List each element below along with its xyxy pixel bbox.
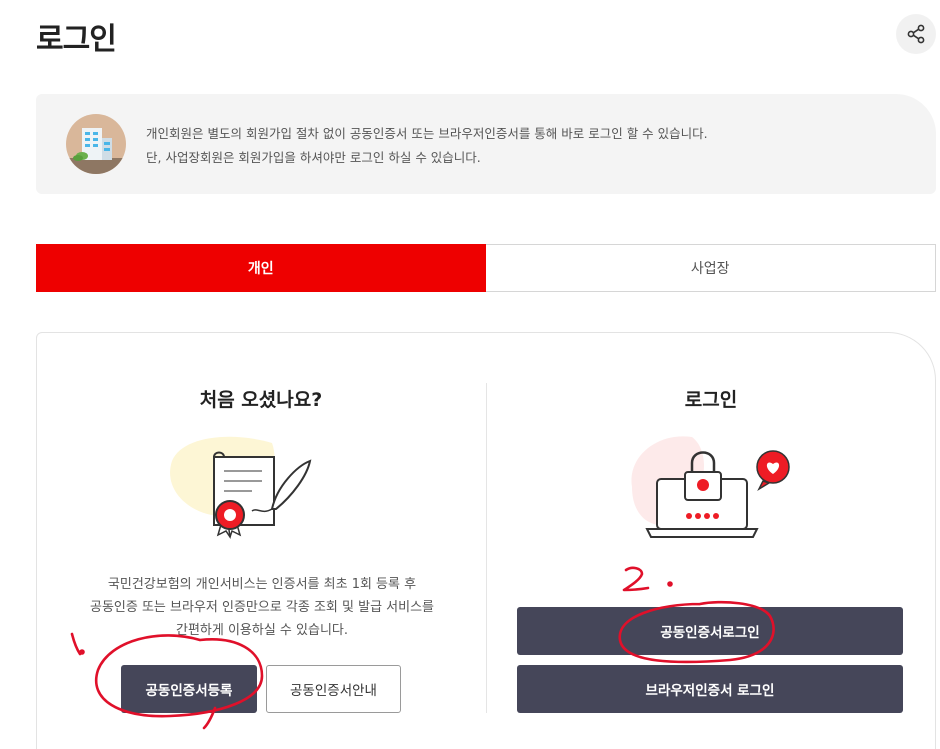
desc-line-3: 간편하게 이용하실 수 있습니다. xyxy=(175,623,348,638)
column-divider xyxy=(486,383,487,713)
browser-certificate-login-button[interactable]: 브라우저인증서 로그인 xyxy=(517,665,903,713)
certificate-scroll-icon xyxy=(170,436,312,540)
certificate-guide-button[interactable]: 공동인증서안내 xyxy=(266,665,401,713)
first-visit-title: 처음 오셨나요? xyxy=(199,389,323,411)
notice-text: 개인회원은 별도의 회원가입 절차 없이 공동인증서 또는 브라우저인증서를 통… xyxy=(146,122,708,170)
login-panel: 처음 오셨나요? 국민건강보험의 개인서비스는 인증서를 최초 1회 등록 후 … xyxy=(36,332,936,749)
building-icon xyxy=(66,114,126,174)
register-certificate-button[interactable]: 공동인증서등록 xyxy=(121,665,257,713)
member-type-tabs: 개인 사업장 xyxy=(36,244,936,292)
laptop-lock-icon xyxy=(631,436,790,538)
notice-line-1: 개인회원은 별도의 회원가입 절차 없이 공동인증서 또는 브라우저인증서를 통… xyxy=(146,126,708,141)
tab-business[interactable]: 사업장 xyxy=(485,244,936,292)
tab-personal[interactable]: 개인 xyxy=(36,244,486,292)
desc-line-1: 국민건강보험의 개인서비스는 인증서를 최초 1회 등록 후 xyxy=(107,577,417,592)
joint-certificate-login-button[interactable]: 공동인증서로그인 xyxy=(517,607,903,655)
page-title: 로그인 xyxy=(36,22,117,57)
notice-box: 개인회원은 별도의 회원가입 절차 없이 공동인증서 또는 브라우저인증서를 통… xyxy=(36,94,936,194)
first-visit-description: 국민건강보험의 개인서비스는 인증서를 최초 1회 등록 후 공동인증 또는 브… xyxy=(57,573,467,642)
notice-line-2: 단, 사업장회원은 회원가입을 하셔야만 로그인 하실 수 있습니다. xyxy=(146,150,481,165)
share-icon xyxy=(907,24,925,44)
share-button[interactable] xyxy=(896,14,936,54)
desc-line-2: 공동인증 또는 브라우저 인증만으로 각종 조회 및 발급 서비스를 xyxy=(89,600,435,615)
login-section-title: 로그인 xyxy=(684,389,738,411)
